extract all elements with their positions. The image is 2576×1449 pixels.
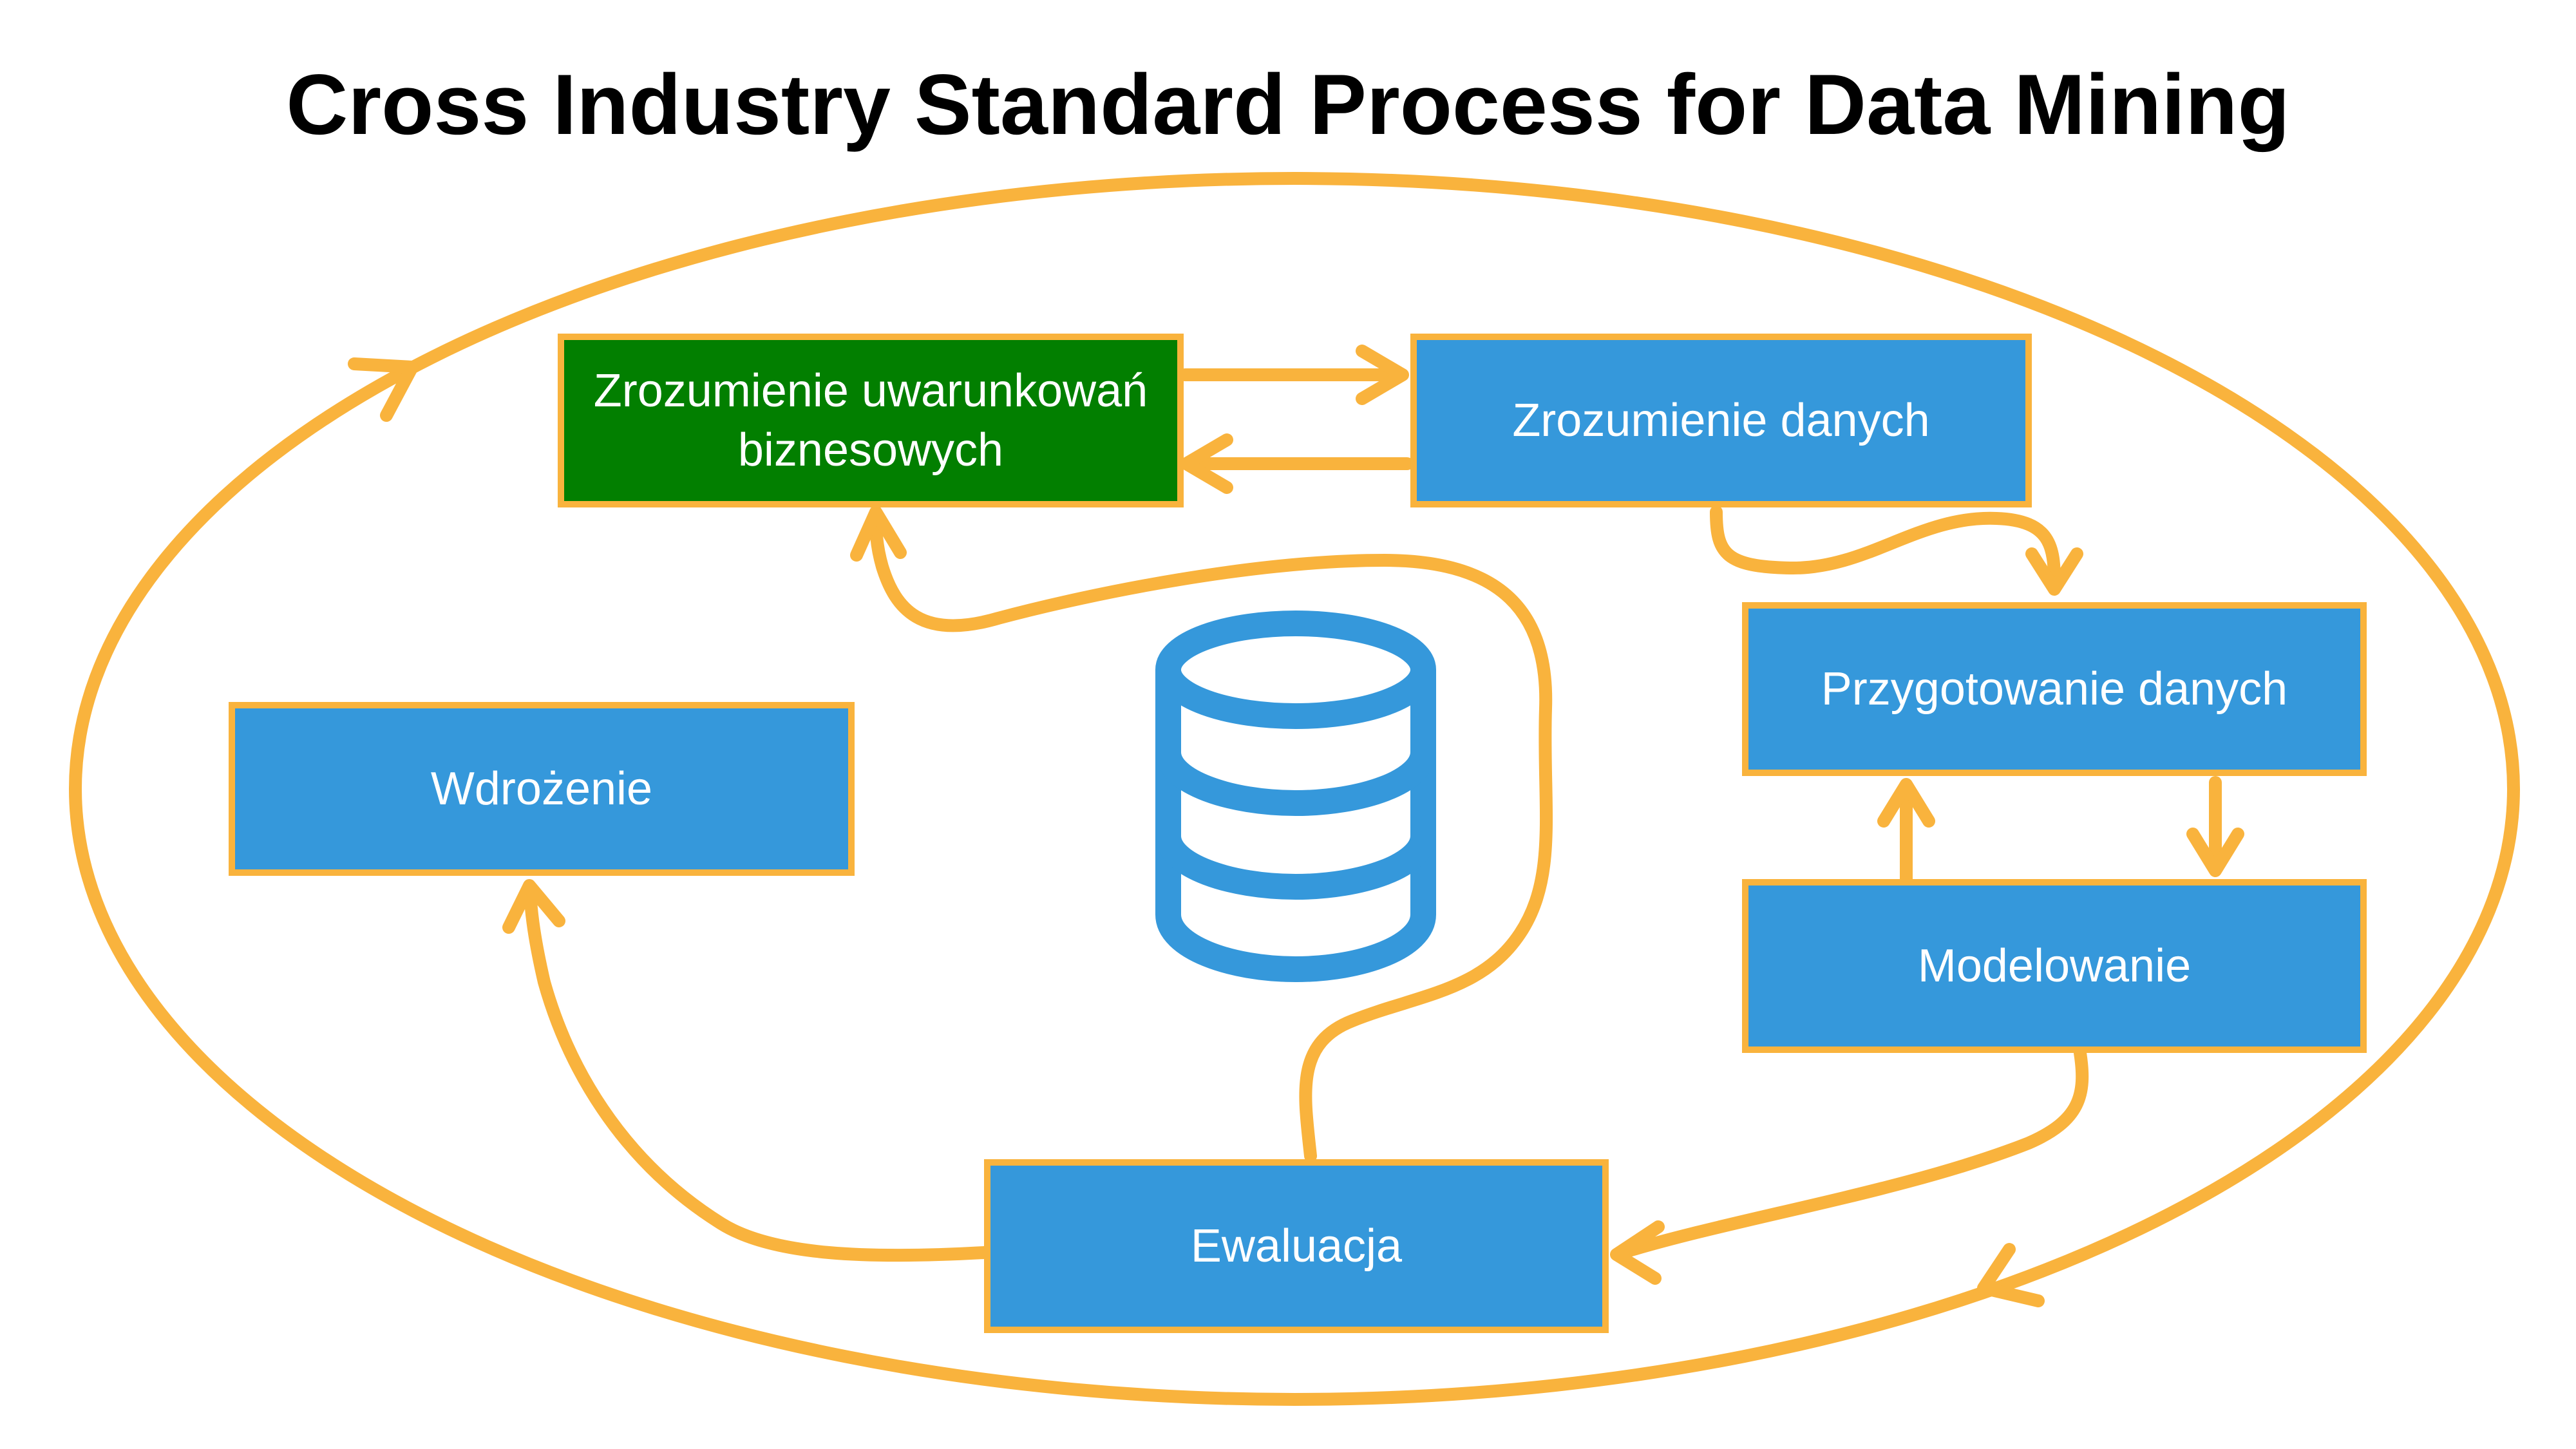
arrow-evaluation-to-deployment (524, 886, 990, 1262)
arrow-modeling-to-evaluation (1616, 1046, 2089, 1259)
page-title: Cross Industry Standard Process for Data… (286, 57, 2290, 153)
node-business-understanding-label: Zrozumienie uwarunkowań biznesowych (593, 365, 1148, 476)
node-data-preparation-label: Przygotowanie danych (1821, 663, 2288, 715)
database-icon (1155, 611, 1436, 983)
node-business-understanding: Zrozumienie uwarunkowań biznesowych (558, 334, 1184, 507)
arrow-evaluation-to-business (869, 509, 1553, 1162)
node-data-understanding-label: Zrozumienie danych (1512, 395, 1930, 446)
node-evaluation-label: Ewaluacja (1190, 1220, 1403, 1272)
node-data-understanding: Zrozumienie danych (1410, 334, 2032, 507)
node-data-preparation: Przygotowanie danych (1742, 602, 2367, 776)
arrow-data-understanding-to-preparation (1710, 506, 2061, 589)
node-modeling-label: Modelowanie (1917, 940, 2192, 992)
node-deployment: Wdrożenie (229, 702, 855, 876)
node-evaluation: Ewaluacja (984, 1159, 1609, 1333)
node-modeling: Modelowanie (1742, 879, 2367, 1053)
node-deployment-label: Wdrożenie (430, 763, 653, 815)
